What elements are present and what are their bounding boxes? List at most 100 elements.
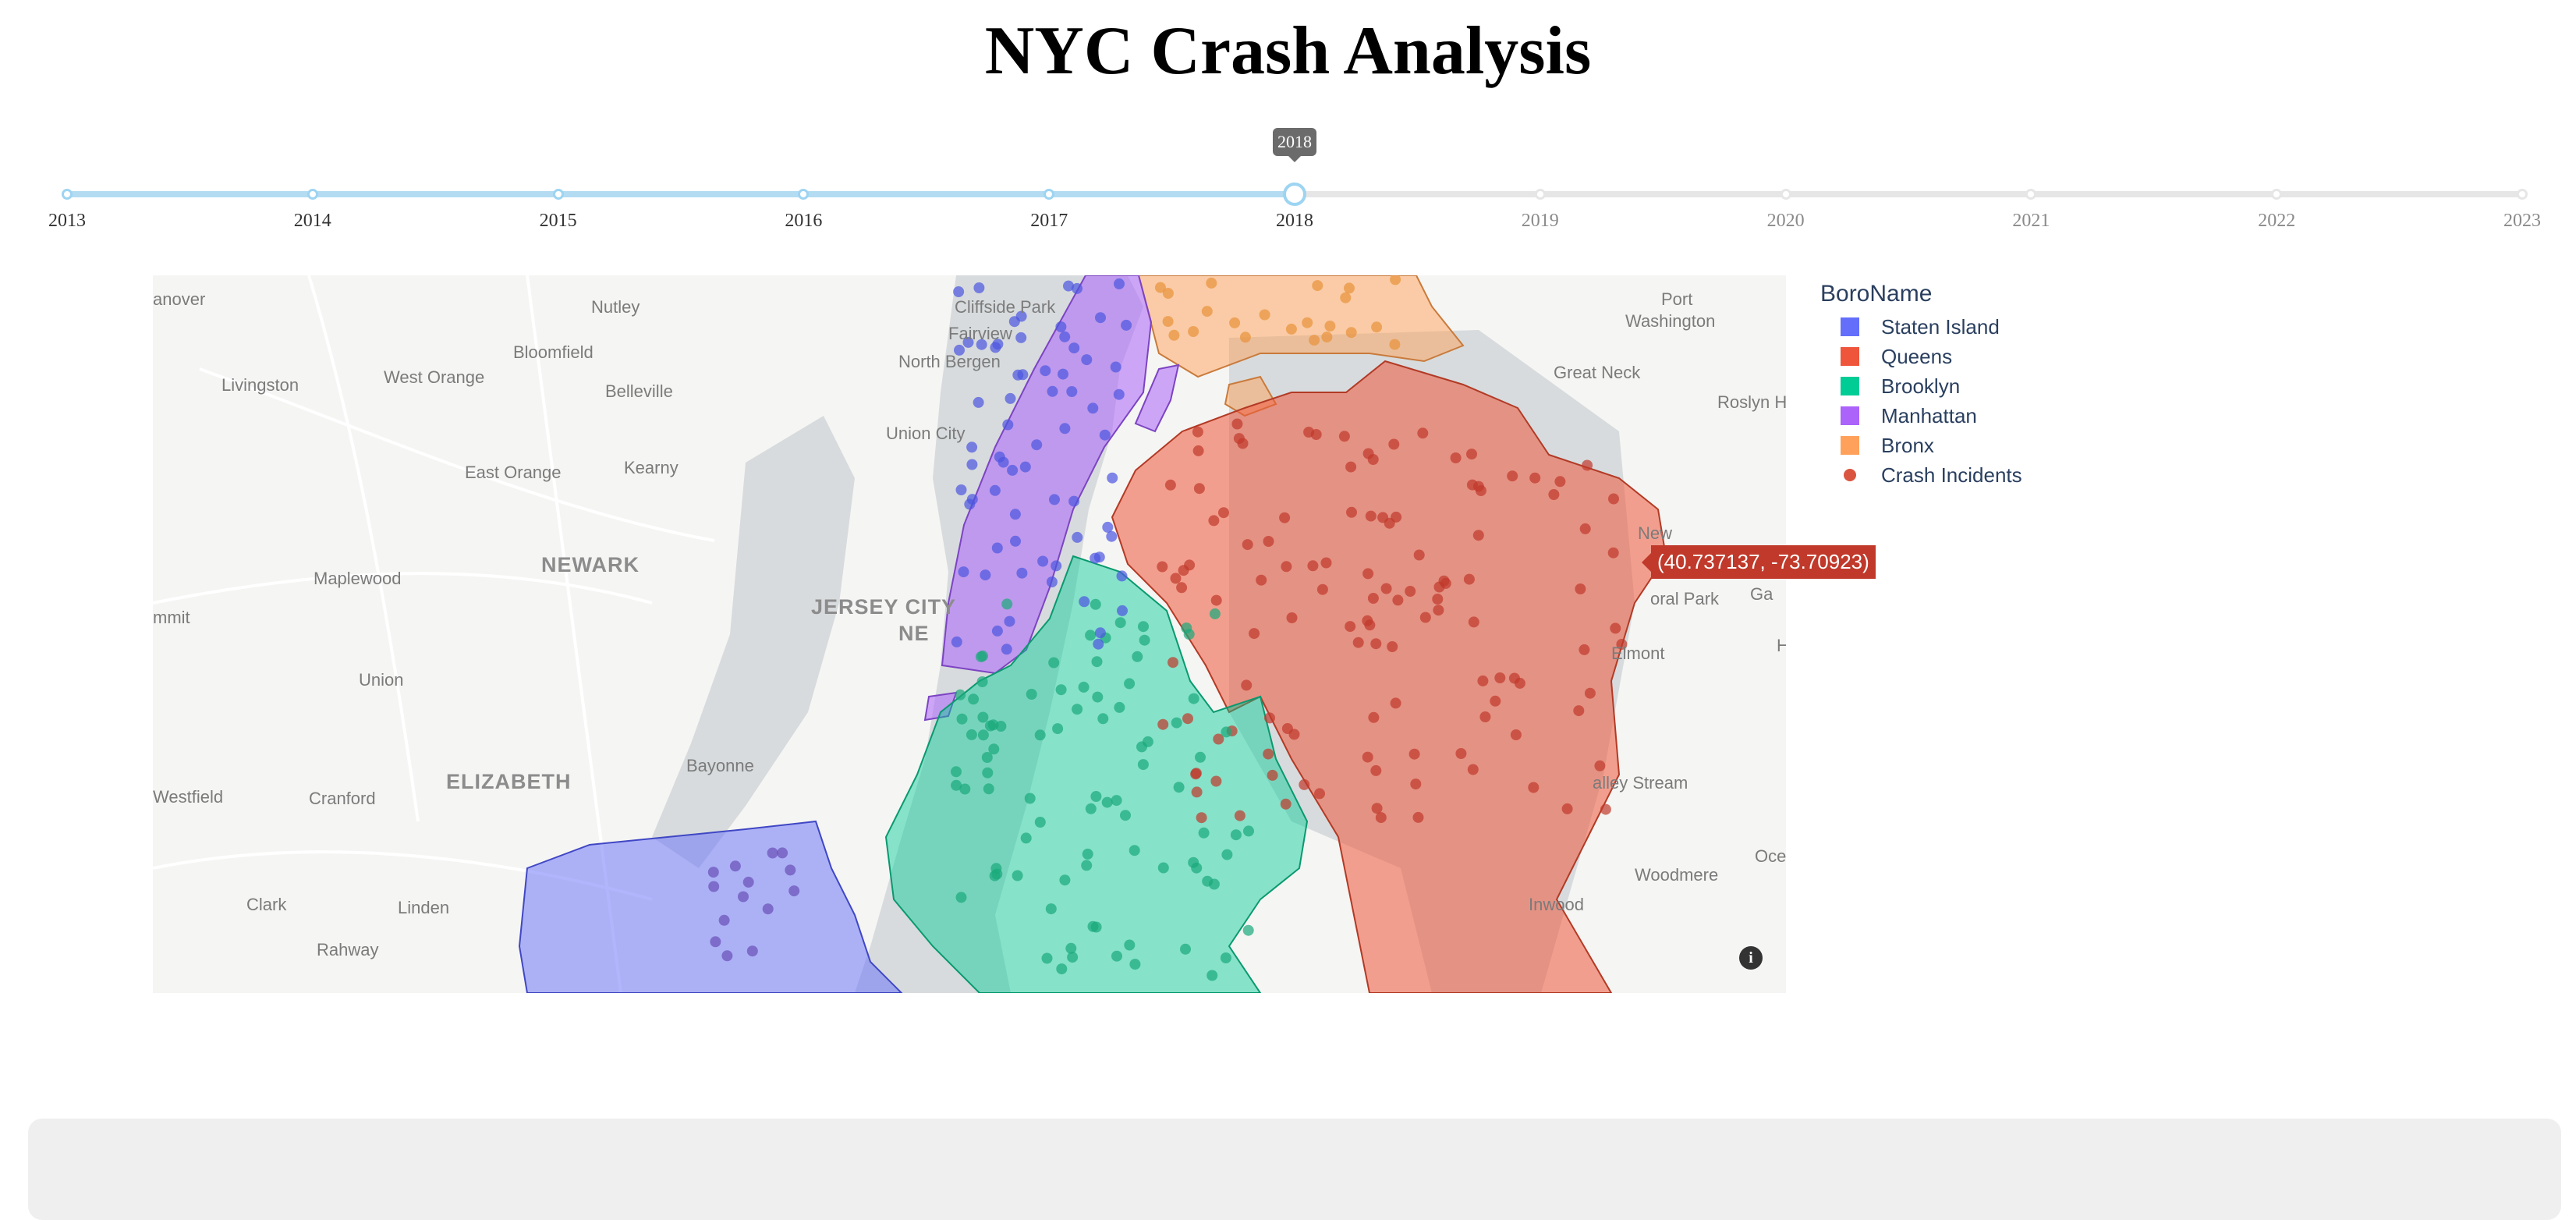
crash-incident-marker[interactable] xyxy=(1101,796,1113,808)
crash-incident-marker[interactable] xyxy=(1157,862,1169,874)
crash-incident-marker[interactable] xyxy=(1607,547,1619,559)
crash-incident-marker[interactable] xyxy=(953,286,965,297)
crash-incident-marker[interactable] xyxy=(1281,723,1293,734)
crash-incident-marker[interactable] xyxy=(1182,713,1193,725)
crash-incident-marker[interactable] xyxy=(995,721,1007,732)
crash-incident-marker[interactable] xyxy=(1209,608,1221,619)
crash-incident-marker[interactable] xyxy=(951,636,962,647)
crash-incident-marker[interactable] xyxy=(1072,282,1082,294)
slider-handle-2014[interactable] xyxy=(306,189,318,200)
crash-incident-marker[interactable] xyxy=(1068,495,1080,507)
crash-incident-marker[interactable] xyxy=(1001,598,1013,610)
crash-incident-marker[interactable] xyxy=(1389,339,1401,350)
crash-incident-marker[interactable] xyxy=(1192,426,1203,438)
crash-incident-marker[interactable] xyxy=(1231,418,1243,430)
crash-incident-marker[interactable] xyxy=(1066,386,1078,397)
crash-incident-marker[interactable] xyxy=(1233,433,1245,445)
crash-incident-marker[interactable] xyxy=(762,903,774,915)
crash-incident-marker[interactable] xyxy=(1321,332,1333,343)
crash-incident-marker[interactable] xyxy=(1007,464,1019,476)
crash-incident-marker[interactable] xyxy=(1210,594,1222,606)
crash-incident-marker[interactable] xyxy=(973,282,985,293)
crash-incident-marker[interactable] xyxy=(1494,672,1506,683)
crash-incident-marker[interactable] xyxy=(1168,329,1180,341)
crash-incident-marker[interactable] xyxy=(1463,573,1475,585)
crash-incident-marker[interactable] xyxy=(1180,943,1191,955)
crash-incident-marker[interactable] xyxy=(1368,711,1380,723)
crash-incident-marker[interactable] xyxy=(1113,388,1125,400)
crash-incident-marker[interactable] xyxy=(1408,748,1420,760)
crash-incident-marker[interactable] xyxy=(1040,365,1051,377)
crash-incident-marker[interactable] xyxy=(955,689,966,700)
crash-incident-marker[interactable] xyxy=(1117,605,1128,616)
crash-incident-marker[interactable] xyxy=(977,711,989,723)
crash-incident-marker[interactable] xyxy=(1099,429,1111,441)
slider-handle-2017[interactable] xyxy=(1044,189,1055,200)
crash-incident-marker[interactable] xyxy=(1281,561,1292,573)
crash-incident-marker[interactable] xyxy=(1413,549,1425,561)
crash-incident-marker[interactable] xyxy=(1388,438,1400,450)
crash-incident-marker[interactable] xyxy=(1309,335,1320,346)
crash-incident-marker[interactable] xyxy=(1190,768,1202,780)
crash-incident-marker[interactable] xyxy=(1093,638,1104,650)
slider-mark-2018[interactable]: 2018 xyxy=(1276,211,1313,232)
crash-incident-marker[interactable] xyxy=(1079,596,1090,608)
crash-incident-marker[interactable] xyxy=(1081,860,1093,871)
crash-incident-marker[interactable] xyxy=(1082,848,1093,860)
crash-incident-marker[interactable] xyxy=(1256,574,1267,586)
crash-incident-marker[interactable] xyxy=(1208,515,1220,527)
crash-incident-marker[interactable] xyxy=(1528,782,1540,793)
crash-incident-marker[interactable] xyxy=(1090,598,1101,610)
crash-incident-marker[interactable] xyxy=(1059,874,1071,886)
crash-incident-marker[interactable] xyxy=(1608,493,1619,505)
crash-incident-marker[interactable] xyxy=(1221,726,1232,738)
slider-mark-2020[interactable]: 2020 xyxy=(1767,211,1805,232)
crash-incident-marker[interactable] xyxy=(966,729,977,740)
crash-incident-marker[interactable] xyxy=(1121,319,1132,331)
crash-incident-marker[interactable] xyxy=(1479,711,1491,722)
crash-incident-marker[interactable] xyxy=(1055,684,1067,696)
legend-item-crash-incidents[interactable]: Crash Incidents xyxy=(1820,460,2022,490)
crash-incident-marker[interactable] xyxy=(1052,723,1064,735)
crash-incident-marker[interactable] xyxy=(1085,630,1097,641)
slider-mark-2023[interactable]: 2023 xyxy=(2503,211,2541,232)
crash-incident-marker[interactable] xyxy=(1510,729,1522,740)
crash-incident-marker[interactable] xyxy=(1176,582,1188,594)
crash-incident-marker[interactable] xyxy=(1584,687,1596,699)
crash-incident-marker[interactable] xyxy=(1124,939,1136,951)
crash-incident-marker[interactable] xyxy=(1600,803,1611,815)
crash-incident-marker[interactable] xyxy=(1390,697,1401,709)
crash-incident-marker[interactable] xyxy=(1020,832,1032,844)
year-slider[interactable]: 2018 2013 2014 2015 2016 2017 2018 2019 2020 202… xyxy=(0,62,2576,231)
crash-incident-marker[interactable] xyxy=(1091,656,1103,668)
crash-incident-marker[interactable] xyxy=(1137,759,1149,771)
crash-incident-marker[interactable] xyxy=(1110,361,1121,373)
crash-incident-marker[interactable] xyxy=(955,484,967,495)
crash-incident-marker[interactable] xyxy=(1239,332,1251,343)
crash-map[interactable]: anover Nutley Cliffside Park Fairview Port Wa… xyxy=(153,275,1786,993)
crash-incident-marker[interactable] xyxy=(707,867,719,878)
crash-incident-marker[interactable] xyxy=(1508,672,1520,684)
crash-incident-marker[interactable] xyxy=(1490,695,1501,707)
crash-incident-marker[interactable] xyxy=(1191,786,1203,798)
crash-incident-marker[interactable] xyxy=(1310,429,1322,440)
crash-incident-marker[interactable] xyxy=(1370,638,1382,650)
slider-handle-2020[interactable] xyxy=(1780,189,1791,200)
crash-incident-marker[interactable] xyxy=(1116,570,1128,582)
crash-incident-marker[interactable] xyxy=(1575,583,1586,594)
slider-mark-2019[interactable]: 2019 xyxy=(1522,211,1559,232)
slider-handle-2015[interactable] xyxy=(552,189,564,200)
crash-incident-marker[interactable] xyxy=(1472,530,1484,541)
crash-incident-marker[interactable] xyxy=(1111,795,1122,807)
crash-incident-marker[interactable] xyxy=(1092,691,1104,703)
legend-item-manhattan[interactable]: Manhattan xyxy=(1820,401,2022,431)
crash-incident-marker[interactable] xyxy=(1410,778,1422,790)
crash-incident-marker[interactable] xyxy=(1218,507,1229,519)
crash-incident-marker[interactable] xyxy=(1362,615,1373,626)
crash-incident-marker[interactable] xyxy=(1081,354,1093,366)
crash-incident-marker[interactable] xyxy=(1085,803,1097,814)
crash-incident-marker[interactable] xyxy=(991,542,1003,554)
crash-incident-marker[interactable] xyxy=(1090,791,1102,802)
slider-handle-2016[interactable] xyxy=(798,189,810,200)
crash-incident-marker[interactable] xyxy=(1188,326,1199,337)
